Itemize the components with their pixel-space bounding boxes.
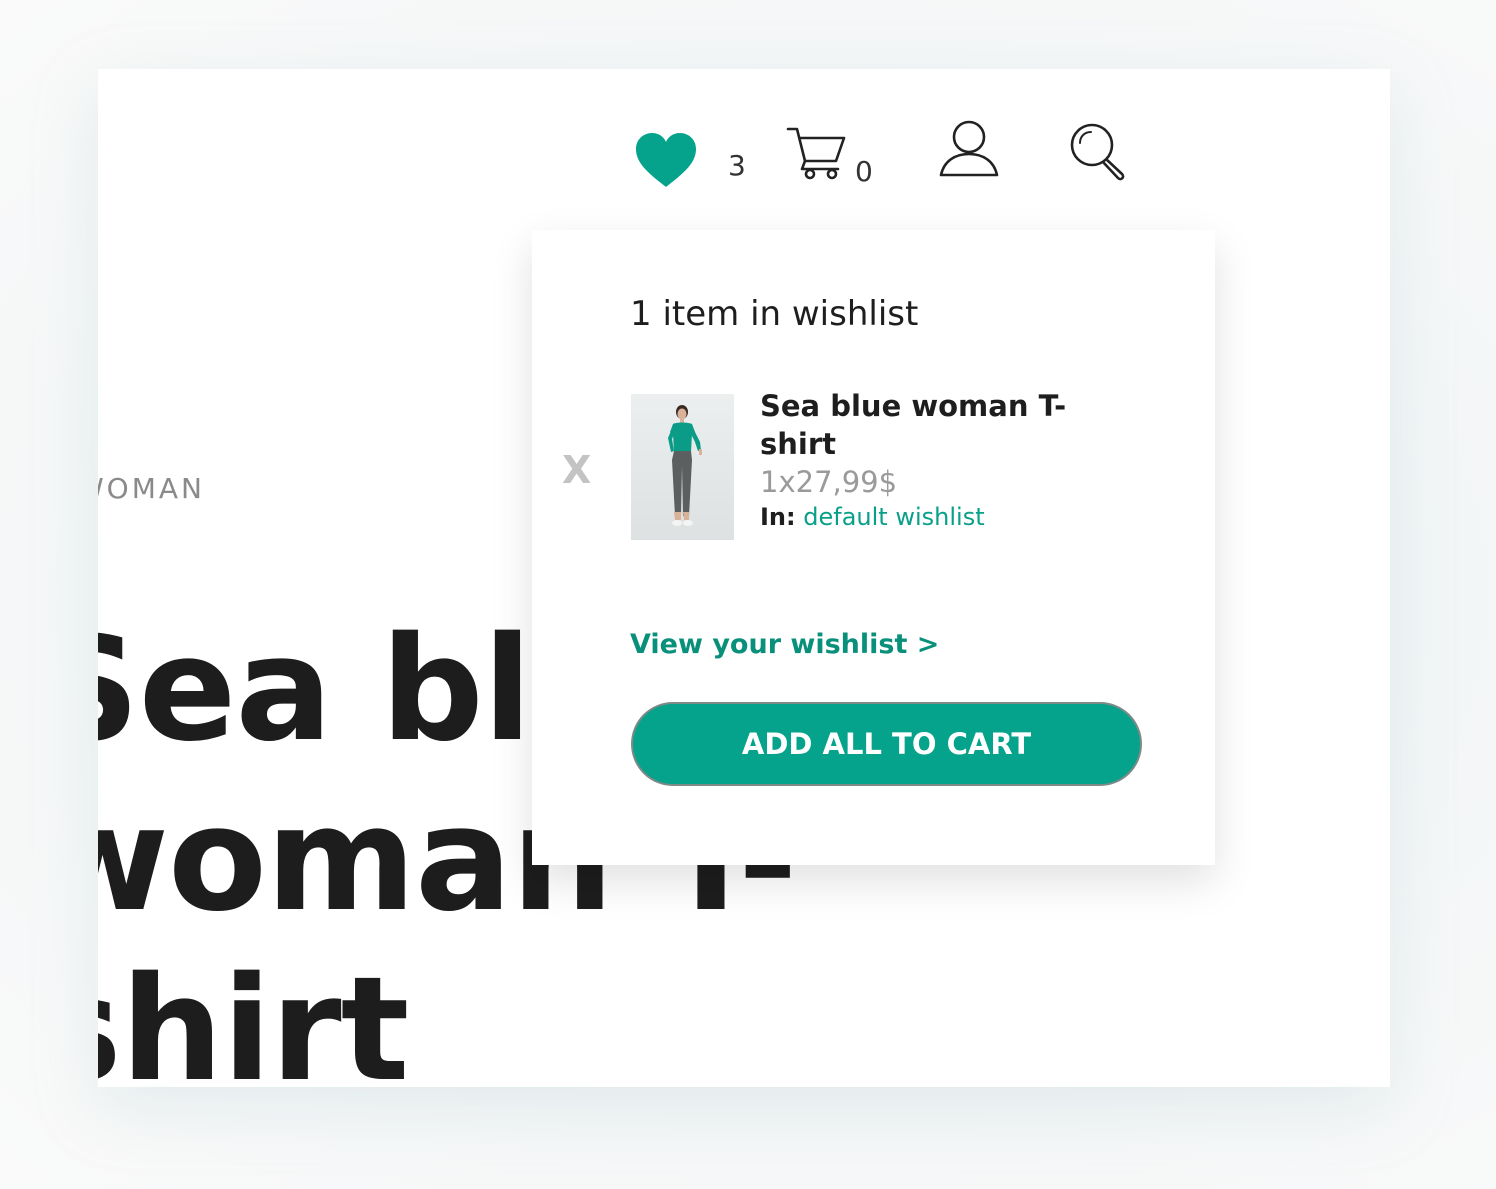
account-button[interactable] (938, 119, 1004, 183)
product-category: WOMAN (98, 472, 205, 505)
wishlist-button[interactable]: 3 (634, 129, 754, 189)
product-page-card: WOMAN Sea blue woman T-shirt 3 0 (98, 69, 1390, 1087)
item-price: 1x27,99$ (760, 465, 898, 499)
view-wishlist-link[interactable]: View your wishlist > (630, 629, 939, 660)
search-button[interactable] (1068, 121, 1130, 183)
wishlist-count: 3 (728, 149, 746, 182)
wishlist-heading: 1 item in wishlist (630, 294, 919, 334)
cart-button[interactable]: 0 (786, 123, 886, 193)
user-icon (938, 119, 1000, 183)
item-name[interactable]: Sea blue woman T-shirt (760, 387, 1090, 463)
heart-icon (634, 131, 698, 193)
wishlist-dropdown: 1 item in wishlist X Sea blue woman T-sh… (532, 230, 1215, 865)
header-icon-bar: 3 0 (98, 119, 1390, 199)
add-all-to-cart-button[interactable]: ADD ALL TO CART (631, 702, 1142, 786)
item-in-label: In: (760, 503, 796, 531)
item-wishlist-info: In: default wishlist (760, 503, 985, 531)
cart-count: 0 (855, 155, 873, 188)
search-icon (1068, 121, 1130, 187)
remove-item-button[interactable]: X (562, 448, 591, 492)
wishlist-name-link[interactable]: default wishlist (803, 503, 984, 531)
cart-icon (786, 125, 848, 185)
product-thumbnail[interactable] (631, 394, 734, 540)
